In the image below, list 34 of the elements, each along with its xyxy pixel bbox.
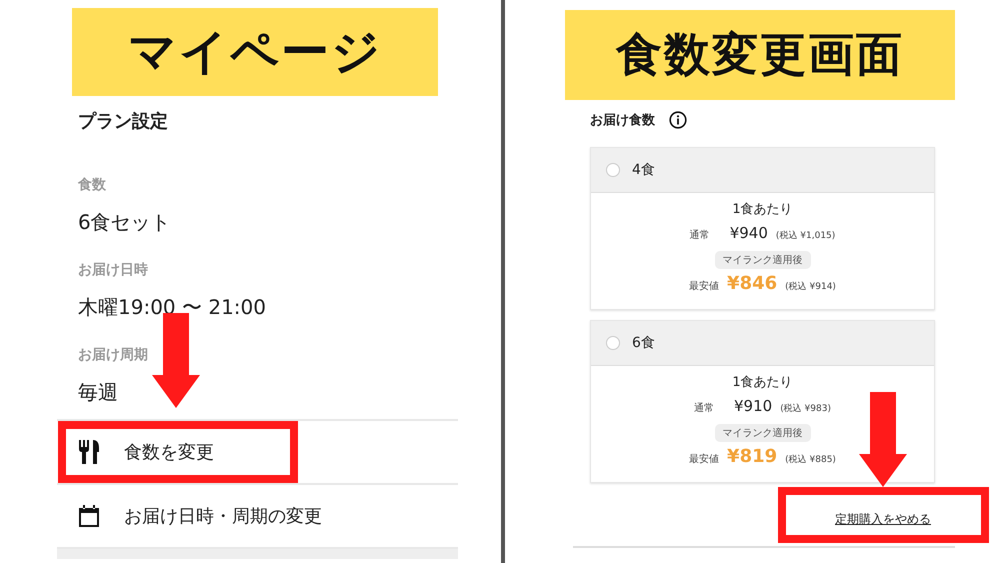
rank-badge: マイランク適用後 xyxy=(714,251,810,269)
calendar-icon xyxy=(78,504,100,528)
best-price: ¥819 xyxy=(727,445,778,469)
price-label: 通常 xyxy=(690,228,710,243)
per-meal-label: 1食あたり xyxy=(732,374,793,392)
tax-price: (税込 ¥914) xyxy=(785,280,836,294)
rank-badge: マイランク適用後 xyxy=(714,424,810,442)
section-title: お届け食数 xyxy=(590,112,655,129)
banner-title: マイページ xyxy=(72,8,438,96)
price-label: 最安値 xyxy=(689,280,720,294)
regular-price: ¥910 xyxy=(734,396,772,417)
tax-price: (税込 ¥983) xyxy=(780,402,831,416)
field-label: お届け周期 xyxy=(78,346,149,365)
field-label: お届け日時 xyxy=(78,261,149,280)
option-label: 6食 xyxy=(632,334,655,352)
regular-price: ¥940 xyxy=(730,223,768,244)
tax-price: (税込 ¥1,015) xyxy=(776,230,836,243)
field-value: 木曜19:00 〜 21:00 xyxy=(78,294,267,321)
price-label: 最安値 xyxy=(689,452,720,467)
best-price: ¥846 xyxy=(727,272,778,296)
field-label: 食数 xyxy=(78,176,107,195)
per-meal-label: 1食あたり xyxy=(732,201,793,219)
radio-button[interactable] xyxy=(606,336,620,350)
field-value: 毎週 xyxy=(78,379,119,406)
banner-title: 食数変更画面 xyxy=(565,10,955,100)
price-label: 通常 xyxy=(694,402,714,416)
info-icon[interactable] xyxy=(669,111,687,129)
field-value: 6食セット xyxy=(78,209,172,236)
fork-knife-icon xyxy=(78,440,100,464)
cancel-link[interactable]: 定期購入をやめる xyxy=(835,510,931,528)
section-title: プラン設定 xyxy=(78,110,169,134)
radio-button[interactable] xyxy=(606,163,620,177)
tax-price: (税込 ¥885) xyxy=(785,454,836,467)
option-label: 4食 xyxy=(632,161,655,179)
